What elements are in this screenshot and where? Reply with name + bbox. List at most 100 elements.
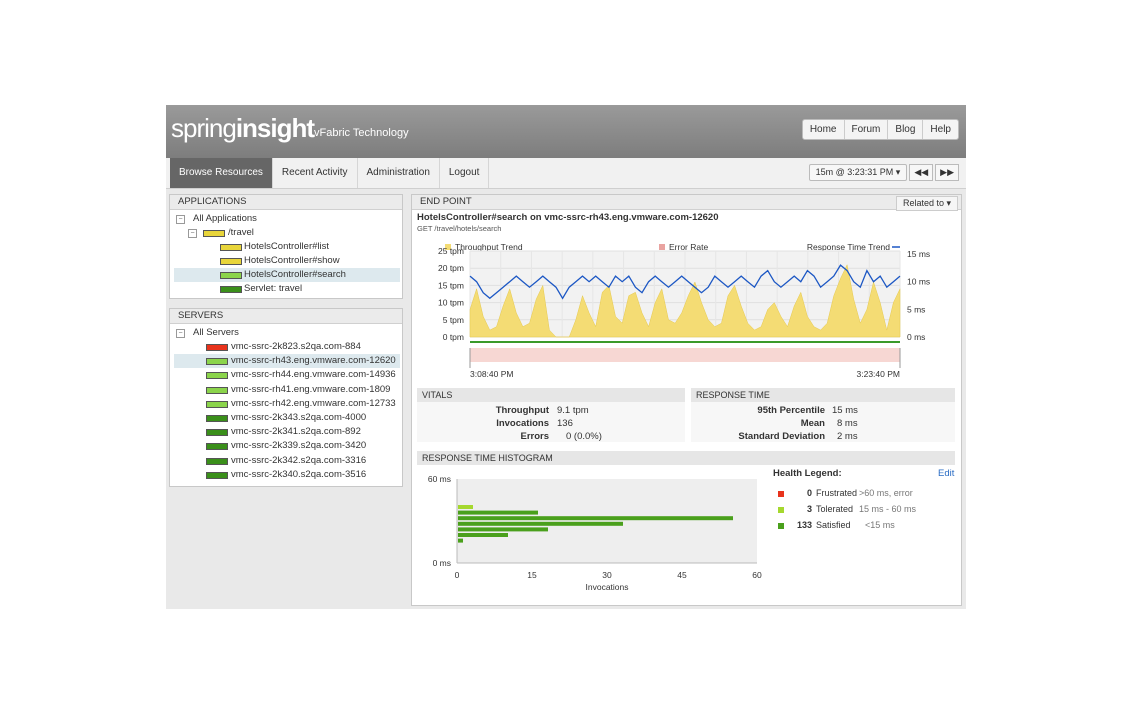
health-bar-icon [220,286,242,293]
next-time-button[interactable]: ▶▶ [935,164,959,181]
histogram-title: RESPONSE TIME HISTOGRAM [417,451,955,465]
error-rate-zero-line [470,341,900,343]
response-time-section: RESPONSE TIME 95th Percentile 15 ms Mean… [691,388,955,442]
std-dev-label: Standard Deviation [738,431,825,442]
y-left-tick: 20 tpm [438,263,464,273]
time-range-select[interactable]: 15m @ 3:23:31 PM ▾ [808,164,908,181]
response-time-title: RESPONSE TIME [691,388,955,402]
y-right-tick: 5 ms [907,304,925,314]
health-bar-icon [206,443,228,451]
mean-value: 8 ms [837,418,858,429]
spring-insight-logo: springinsight [171,113,315,143]
tab-logout[interactable]: Logout [440,158,490,188]
server-item[interactable]: vmc-ssrc-rh42.eng.vmware.com-12733 [174,397,400,411]
errors-label: Errors [520,431,549,442]
health-bar-icon [220,244,242,251]
histogram-x-tick: 45 [677,570,687,580]
histogram-x-tick: 15 [527,570,537,580]
x-axis-end-label: 3:23:40 PM [857,369,900,379]
tab-recent-activity[interactable]: Recent Activity [273,158,358,188]
server-item[interactable]: vmc-ssrc-2k340.s2qa.com-3516 [174,468,400,482]
error-legend-swatch [659,244,665,250]
health-legend-title: Health Legend: [773,468,842,479]
histogram-bar [458,510,538,515]
y-left-tick: 10 tpm [438,298,464,308]
forum-link[interactable]: Forum [845,120,889,139]
server-item[interactable]: vmc-ssrc-2k339.s2qa.com-3420 [174,439,400,453]
x-axis-start-label: 3:08:40 PM [470,369,513,379]
y-right-tick: 15 ms [907,249,930,259]
server-item[interactable]: vmc-ssrc-2k343.s2qa.com-4000 [174,411,400,425]
blog-link[interactable]: Blog [888,120,924,139]
histogram-bar [458,527,548,532]
y-axis-left: 25 tpm 20 tpm 15 tpm 10 tpm 5 tpm 0 tpm [438,246,464,342]
health-bar-icon [206,471,228,479]
tree-app-travel[interactable]: − /travel [188,226,400,240]
histogram-y-tick: 0 ms [433,558,451,568]
health-bar-icon [206,457,228,465]
std-dev-value: 2 ms [837,431,858,442]
histogram-plot-area [457,479,757,563]
vitals-title: VITALS [417,388,685,402]
health-bar-icon [206,429,228,437]
health-bar-icon [206,386,228,394]
p95-label: 95th Percentile [757,405,825,416]
y-axis-right: 15 ms 10 ms 5 ms 0 ms [907,249,930,342]
health-bar-icon [206,372,228,380]
tab-browse-resources[interactable]: Browse Resources [170,158,273,188]
p95-value: 15 ms [832,405,858,416]
tree-app-child[interactable]: HotelsController#list [174,240,400,254]
health-bar-icon [206,358,228,366]
servers-title: SERVERS [170,309,402,324]
server-item[interactable]: vmc-ssrc-2k341.s2qa.com-892 [174,425,400,439]
collapse-icon[interactable]: − [176,215,185,224]
time-range-control: 15m @ 3:23:31 PM ▾ ◀◀ ▶▶ [808,164,959,181]
y-left-tick: 15 tpm [438,280,464,290]
collapse-icon[interactable]: − [188,229,197,238]
endpoint-title: END POINT [412,195,961,210]
applications-title: APPLICATIONS [170,195,402,210]
tree-app-child[interactable]: HotelsController#show [174,254,400,268]
histogram-bar [458,533,508,537]
server-item[interactable]: vmc-ssrc-2k823.s2qa.com-884 [174,340,400,354]
health-bar-icon [220,258,242,265]
tree-app-child[interactable]: HotelsController#search [174,268,400,282]
health-bar-icon [206,400,228,408]
server-item[interactable]: vmc-ssrc-rh41.eng.vmware.com-1809 [174,383,400,397]
response-time-histogram: 0 15 30 45 60 60 ms 0 ms Invocations [428,474,762,592]
histogram-bar [458,505,473,509]
trend-chart: Throughput Trend Error Rate Response Tim… [438,242,930,379]
tree-app-child[interactable]: Servlet: travel [174,282,400,296]
server-item[interactable]: vmc-ssrc-rh44.eng.vmware.com-14936 [174,368,400,382]
tree-root-all-applications[interactable]: − All Applications [176,212,400,226]
app-header: springinsight vFabric Technology Home Fo… [166,105,966,158]
top-nav: Home Forum Blog Help [801,119,959,140]
mean-label: Mean [800,418,825,429]
help-link[interactable]: Help [923,120,958,139]
prev-time-button[interactable]: ◀◀ [909,164,934,181]
server-item[interactable]: vmc-ssrc-rh43.eng.vmware.com-12620 [174,354,400,369]
endpoint-panel: END POINT Related to ▾ HotelsController#… [411,194,962,606]
home-link[interactable]: Home [803,120,845,139]
y-right-tick: 0 ms [907,332,925,342]
tolerated-swatch [778,507,784,513]
invocations-value: 136 [557,418,573,429]
health-bar-icon [206,344,228,351]
health-legend-edit-link[interactable]: Edit [938,468,954,479]
tree-root-all-servers[interactable]: − All Servers [176,326,400,340]
spring-insight-window: springinsight vFabric Technology Home Fo… [166,105,966,609]
health-bar-icon [206,415,228,422]
tagline: vFabric Technology [314,127,409,139]
histogram-x-tick: 30 [602,570,612,580]
server-item[interactable]: vmc-ssrc-2k342.s2qa.com-3316 [174,454,400,468]
histogram-x-label: Invocations [586,582,629,592]
y-right-tick: 10 ms [907,277,930,287]
histogram-x-tick: 60 [752,570,762,580]
throughput-value: 9.1 tpm [557,405,589,416]
histogram-header: RESPONSE TIME HISTOGRAM [417,451,955,465]
related-to-dropdown[interactable]: Related to ▾ [895,196,958,211]
tab-administration[interactable]: Administration [358,158,440,188]
collapse-icon[interactable]: − [176,329,185,338]
throughput-label: Throughput [495,405,549,416]
y-left-tick: 0 tpm [443,332,464,342]
